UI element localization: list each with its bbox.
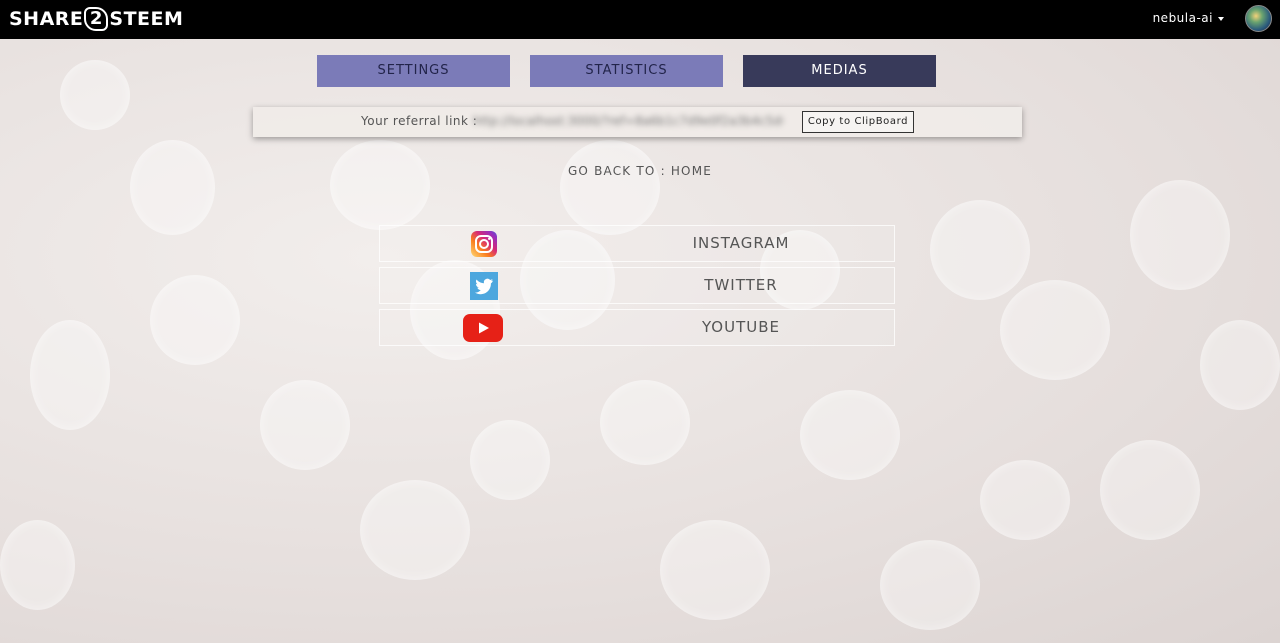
youtube-icon: [463, 314, 503, 342]
instagram-icon: [471, 231, 497, 257]
media-item-twitter[interactable]: TWITTER: [379, 267, 895, 304]
tab-medias[interactable]: MEDIAS: [743, 55, 936, 87]
media-label-twitter: TWITTER: [704, 276, 778, 294]
chevron-down-icon: [1218, 16, 1224, 21]
copy-to-clipboard-button[interactable]: Copy to ClipBoard: [802, 111, 914, 133]
media-label-instagram: INSTAGRAM: [692, 234, 790, 252]
avatar[interactable]: [1245, 5, 1272, 32]
referral-panel: Your referral link : http://localhost:30…: [253, 107, 1022, 137]
media-item-youtube[interactable]: YOUTUBE: [379, 309, 895, 346]
go-back-home-link[interactable]: GO BACK TO : HOME: [0, 164, 1280, 178]
referral-label: Your referral link :: [361, 114, 478, 128]
logo-text-left: SHARE: [9, 8, 84, 30]
tab-settings[interactable]: SETTINGS: [317, 55, 510, 87]
user-menu[interactable]: nebula-ai: [1153, 11, 1224, 25]
referral-link[interactable]: http://localhost:3000/?ref=8a6b1c7d9e0f2…: [473, 114, 783, 128]
tab-statistics[interactable]: STATISTICS: [530, 55, 723, 87]
top-navbar: SHARE 2 STEEM nebula-ai: [0, 0, 1280, 39]
username-label: nebula-ai: [1152, 11, 1213, 25]
media-item-instagram[interactable]: INSTAGRAM: [379, 225, 895, 262]
twitter-icon: [470, 272, 498, 300]
media-label-youtube: YOUTUBE: [701, 318, 781, 336]
share2steem-logo[interactable]: SHARE 2 STEEM: [9, 6, 183, 32]
logo-two-mark: 2: [84, 7, 109, 31]
logo-text-right: STEEM: [109, 8, 184, 30]
